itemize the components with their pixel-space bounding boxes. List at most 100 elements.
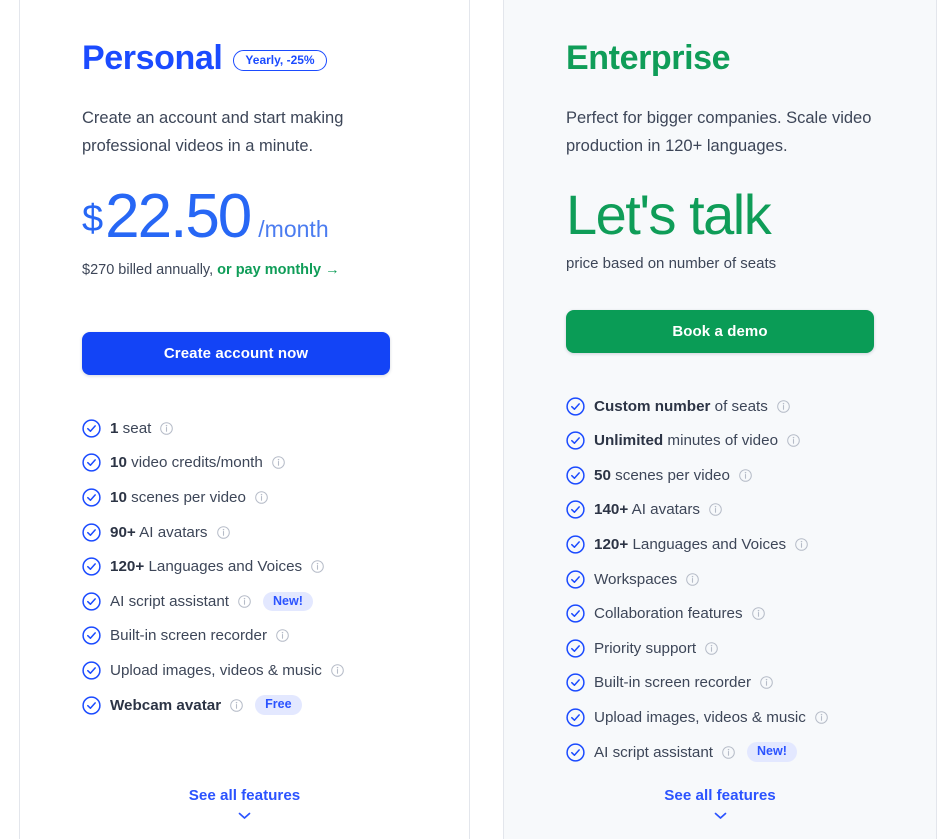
price-amount: 22.50 bbox=[105, 182, 252, 251]
feature-label: Built-in screen recorder bbox=[594, 674, 751, 692]
list-item: Workspaces bbox=[566, 562, 908, 597]
info-icon[interactable] bbox=[777, 399, 790, 413]
see-all-features-link-enterprise[interactable]: See all features bbox=[664, 787, 775, 804]
price-block-enterprise: Let's talk price based on number of seat… bbox=[566, 183, 908, 272]
check-circle-icon bbox=[566, 742, 585, 762]
feature-label: Priority support bbox=[594, 639, 697, 657]
info-icon[interactable] bbox=[739, 468, 752, 482]
feature-list-personal: 1 seat 10 video credits/month 10 scenes pe… bbox=[82, 411, 441, 722]
feature-label: 10 video credits/month bbox=[110, 454, 263, 472]
list-item: 50 scenes per video bbox=[566, 458, 908, 493]
feature-label: Collaboration features bbox=[594, 605, 743, 623]
plan-header-personal: Personal Yearly, -25% bbox=[82, 38, 441, 78]
feature-label: Webcam avatar bbox=[110, 696, 222, 714]
price-currency-symbol: $ bbox=[82, 198, 104, 240]
list-item: 120+ Languages and Voices bbox=[566, 527, 908, 562]
chevron-down-icon[interactable] bbox=[238, 807, 251, 825]
check-circle-icon bbox=[566, 639, 585, 658]
card-footer-personal: See all features bbox=[20, 787, 469, 839]
book-demo-button[interactable]: Book a demo bbox=[566, 309, 874, 353]
info-icon[interactable] bbox=[238, 594, 251, 608]
list-item: 1 seat bbox=[82, 411, 441, 446]
check-circle-icon bbox=[566, 466, 585, 485]
price-subtext: price based on number of seats bbox=[566, 254, 777, 272]
price-block-personal: $ 22.50 /month $270 billed annually, or … bbox=[82, 186, 441, 280]
plan-card-enterprise: Enterprise Perfect for bigger companies.… bbox=[503, 0, 937, 839]
info-icon[interactable] bbox=[709, 503, 722, 517]
check-circle-icon bbox=[566, 708, 585, 727]
list-item: 10 scenes per video bbox=[82, 480, 441, 515]
info-icon[interactable] bbox=[760, 676, 773, 690]
info-icon[interactable] bbox=[815, 711, 828, 724]
status-badge: New! bbox=[263, 591, 313, 612]
check-circle-icon bbox=[82, 453, 101, 473]
info-icon[interactable] bbox=[311, 560, 324, 573]
list-item: Unlimited minutes of video bbox=[566, 423, 908, 458]
list-item: 10 video credits/month bbox=[82, 446, 441, 481]
info-icon[interactable] bbox=[276, 629, 289, 643]
list-item: Collaboration features bbox=[566, 596, 908, 631]
info-icon[interactable] bbox=[787, 434, 800, 447]
feature-label: Upload images, videos & music bbox=[110, 661, 322, 679]
info-icon[interactable] bbox=[160, 421, 174, 435]
check-circle-icon bbox=[82, 695, 101, 715]
check-circle-icon bbox=[566, 604, 585, 623]
feature-label: 120+ Languages and Voices bbox=[110, 558, 303, 576]
list-item: Upload images, videos & music bbox=[566, 700, 908, 735]
status-badge: New! bbox=[747, 742, 797, 762]
check-circle-icon bbox=[566, 431, 585, 450]
plan-card-personal: Personal Yearly, -25% Create an account … bbox=[19, 0, 470, 839]
chevron-down-icon[interactable] bbox=[714, 807, 727, 825]
page-title-personal: Personal bbox=[82, 39, 223, 77]
feature-label: 120+ Languages and Voices bbox=[594, 535, 787, 553]
plan-description-enterprise: Perfect for bigger companies. Scale vide… bbox=[566, 109, 872, 155]
plan-header-enterprise: Enterprise bbox=[566, 38, 908, 78]
feature-label: Custom number of seats bbox=[594, 397, 768, 415]
info-icon[interactable] bbox=[331, 664, 344, 677]
feature-label: AI script assistant bbox=[110, 592, 230, 610]
feature-label: Workspaces bbox=[594, 570, 678, 588]
card-footer-enterprise: See all features bbox=[504, 787, 936, 839]
info-icon[interactable] bbox=[722, 745, 735, 759]
billing-note-text: $270 billed annually, bbox=[82, 262, 214, 278]
check-circle-icon bbox=[82, 557, 101, 576]
list-item: Custom number of seats bbox=[566, 389, 908, 424]
feature-label: Upload images, videos & music bbox=[594, 708, 806, 726]
feature-label: 140+ AI avatars bbox=[594, 501, 700, 519]
feature-label: Built-in screen recorder bbox=[110, 627, 267, 645]
feature-label: 1 seat bbox=[110, 419, 152, 437]
check-circle-icon bbox=[82, 419, 101, 438]
list-item: AI script assistant New! bbox=[82, 584, 441, 619]
check-circle-icon bbox=[566, 569, 585, 589]
pay-monthly-link[interactable]: or pay monthly → bbox=[217, 262, 339, 278]
info-icon[interactable] bbox=[795, 538, 808, 551]
info-icon[interactable] bbox=[751, 607, 765, 620]
feature-label: 90+ AI avatars bbox=[110, 523, 208, 541]
check-circle-icon bbox=[82, 661, 101, 680]
page-title-enterprise: Enterprise bbox=[566, 39, 731, 77]
list-item: Webcam avatar Free bbox=[82, 688, 441, 723]
status-badge: Free bbox=[255, 695, 302, 715]
check-circle-icon bbox=[566, 500, 585, 520]
plan-description-personal: Create an account and start making profe… bbox=[82, 109, 344, 155]
yearly-discount-badge[interactable]: Yearly, -25% bbox=[233, 49, 327, 71]
check-circle-icon bbox=[566, 535, 585, 554]
info-icon[interactable] bbox=[255, 491, 268, 504]
info-icon[interactable] bbox=[272, 456, 285, 470]
pricing-plans-container: Personal Yearly, -25% Create an account … bbox=[0, 0, 937, 839]
list-item: Upload images, videos & music bbox=[82, 653, 441, 688]
price-headline-lets-talk: Let's talk bbox=[566, 183, 772, 246]
create-account-button[interactable]: Create account now bbox=[82, 332, 390, 375]
feature-list-enterprise: Custom number of seats Unlimited minutes … bbox=[566, 389, 908, 770]
info-icon[interactable] bbox=[216, 525, 230, 539]
see-all-features-link-personal[interactable]: See all features bbox=[189, 787, 300, 804]
feature-label: 10 scenes per video bbox=[110, 488, 246, 506]
price-row: $ 22.50 /month bbox=[82, 186, 441, 248]
list-item: Built-in screen recorder bbox=[566, 666, 908, 701]
info-icon[interactable] bbox=[705, 641, 718, 655]
info-icon[interactable] bbox=[686, 572, 700, 586]
feature-label: 50 scenes per video bbox=[594, 466, 730, 484]
info-icon[interactable] bbox=[230, 698, 243, 712]
list-item: Built-in screen recorder bbox=[82, 619, 441, 654]
list-item: Priority support bbox=[566, 631, 908, 666]
